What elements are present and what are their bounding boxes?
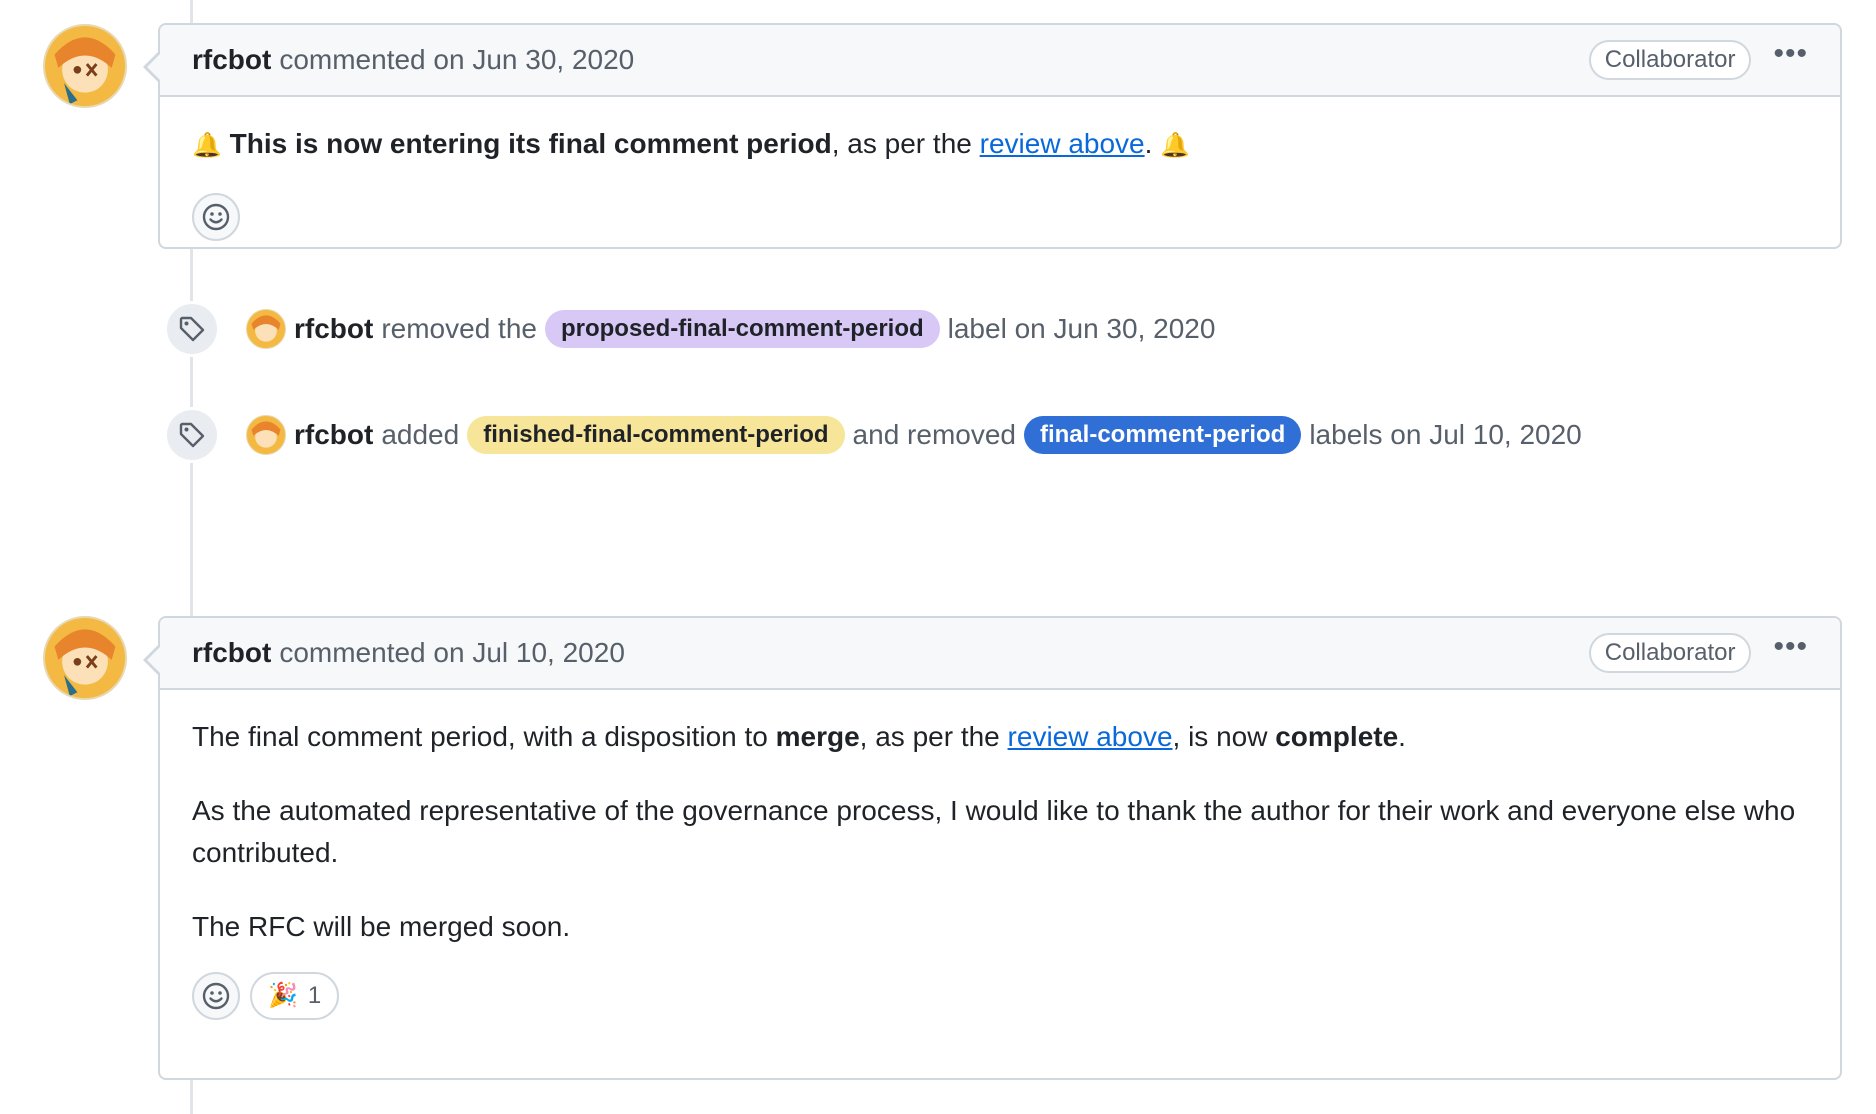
bold-text: complete [1275,721,1399,752]
text: , is now [1172,721,1276,752]
text: The final comment period, with a disposi… [192,721,776,752]
label-proposed-final-comment-period[interactable]: proposed-final-comment-period [544,310,940,348]
add-reaction-button[interactable] [192,193,240,241]
comment-paragraph: As the automated representative of the g… [192,795,1796,868]
collaborator-badge: Collaborator [1588,40,1752,80]
event-text[interactable]: label on Jun 30, 2020 [948,313,1216,345]
comment-body: The final comment period, with a disposi… [160,690,1840,1044]
label-final-comment-period[interactable]: final-comment-period [1023,416,1302,454]
bold-text: merge [775,721,860,752]
event-actor[interactable]: rfcbot [294,419,373,451]
author-avatar[interactable] [43,616,127,700]
tag-icon [164,407,220,463]
event-text: and removed [852,419,1016,450]
comment-timestamp[interactable]: commented on Jun 30, 2020 [279,44,634,76]
event-actor[interactable]: rfcbot [294,313,373,345]
text: . [1144,128,1153,159]
add-reaction-button[interactable] [192,972,240,1020]
hooray-reaction-button[interactable]: 🎉 1 [250,972,340,1020]
comment-header: rfcbot commented on Jun 30, 2020 Collabo… [160,25,1840,97]
smiley-icon [202,982,230,1010]
collaborator-badge: Collaborator [1588,633,1752,673]
text: , as per the [859,721,1008,752]
more-options-icon[interactable]: ••• [1773,39,1808,81]
actor-avatar[interactable] [246,309,286,349]
timeline-event: rfcbot removed the proposed-final-commen… [164,300,1215,358]
tag-icon [164,301,220,357]
comment-timestamp[interactable]: commented on Jul 10, 2020 [279,637,625,669]
comment-card: rfcbot commented on Jun 30, 2020 Collabo… [143,23,1842,249]
smiley-icon [202,203,230,231]
reactions-bar [192,193,1808,241]
label-finished-final-comment-period[interactable]: finished-final-comment-period [467,416,845,454]
actor-avatar[interactable] [246,415,286,455]
review-link[interactable]: review above [980,128,1145,159]
more-options-icon[interactable]: ••• [1773,632,1808,674]
bell-emoji: 🔔 [192,132,222,159]
reaction-count: 1 [307,982,322,1009]
bold-text: This is now entering its final comment p… [229,128,832,159]
comment-card: rfcbot commented on Jul 10, 2020 Collabo… [143,616,1842,1080]
avatar-image [45,26,125,106]
party-popper-emoji: 🎉 [268,982,298,1009]
bell-emoji: 🔔 [1160,132,1191,159]
event-text: removed the [381,313,537,344]
comment-body: 🔔 This is now entering its final comment… [160,97,1840,265]
event-text[interactable]: labels on Jul 10, 2020 [1309,419,1581,451]
review-link[interactable]: review above [1008,721,1173,752]
author-avatar[interactable] [43,24,127,108]
reactions-bar: 🎉 1 [192,972,1808,1020]
timeline-event: rfcbot added finished-final-comment-peri… [164,406,1582,464]
avatar-image [45,618,125,698]
event-text: added [381,419,460,450]
comment-author[interactable]: rfcbot [192,44,271,76]
comment-paragraph: The RFC will be merged soon. [192,911,571,942]
comment-paragraph: 🔔 This is now entering its final comment… [192,123,1808,167]
text: . [1398,721,1406,752]
comment-paragraph: The final comment period, with a disposi… [192,716,1808,758]
text: , as per the [831,128,980,159]
comment-header: rfcbot commented on Jul 10, 2020 Collabo… [160,618,1840,690]
comment-author[interactable]: rfcbot [192,637,271,669]
